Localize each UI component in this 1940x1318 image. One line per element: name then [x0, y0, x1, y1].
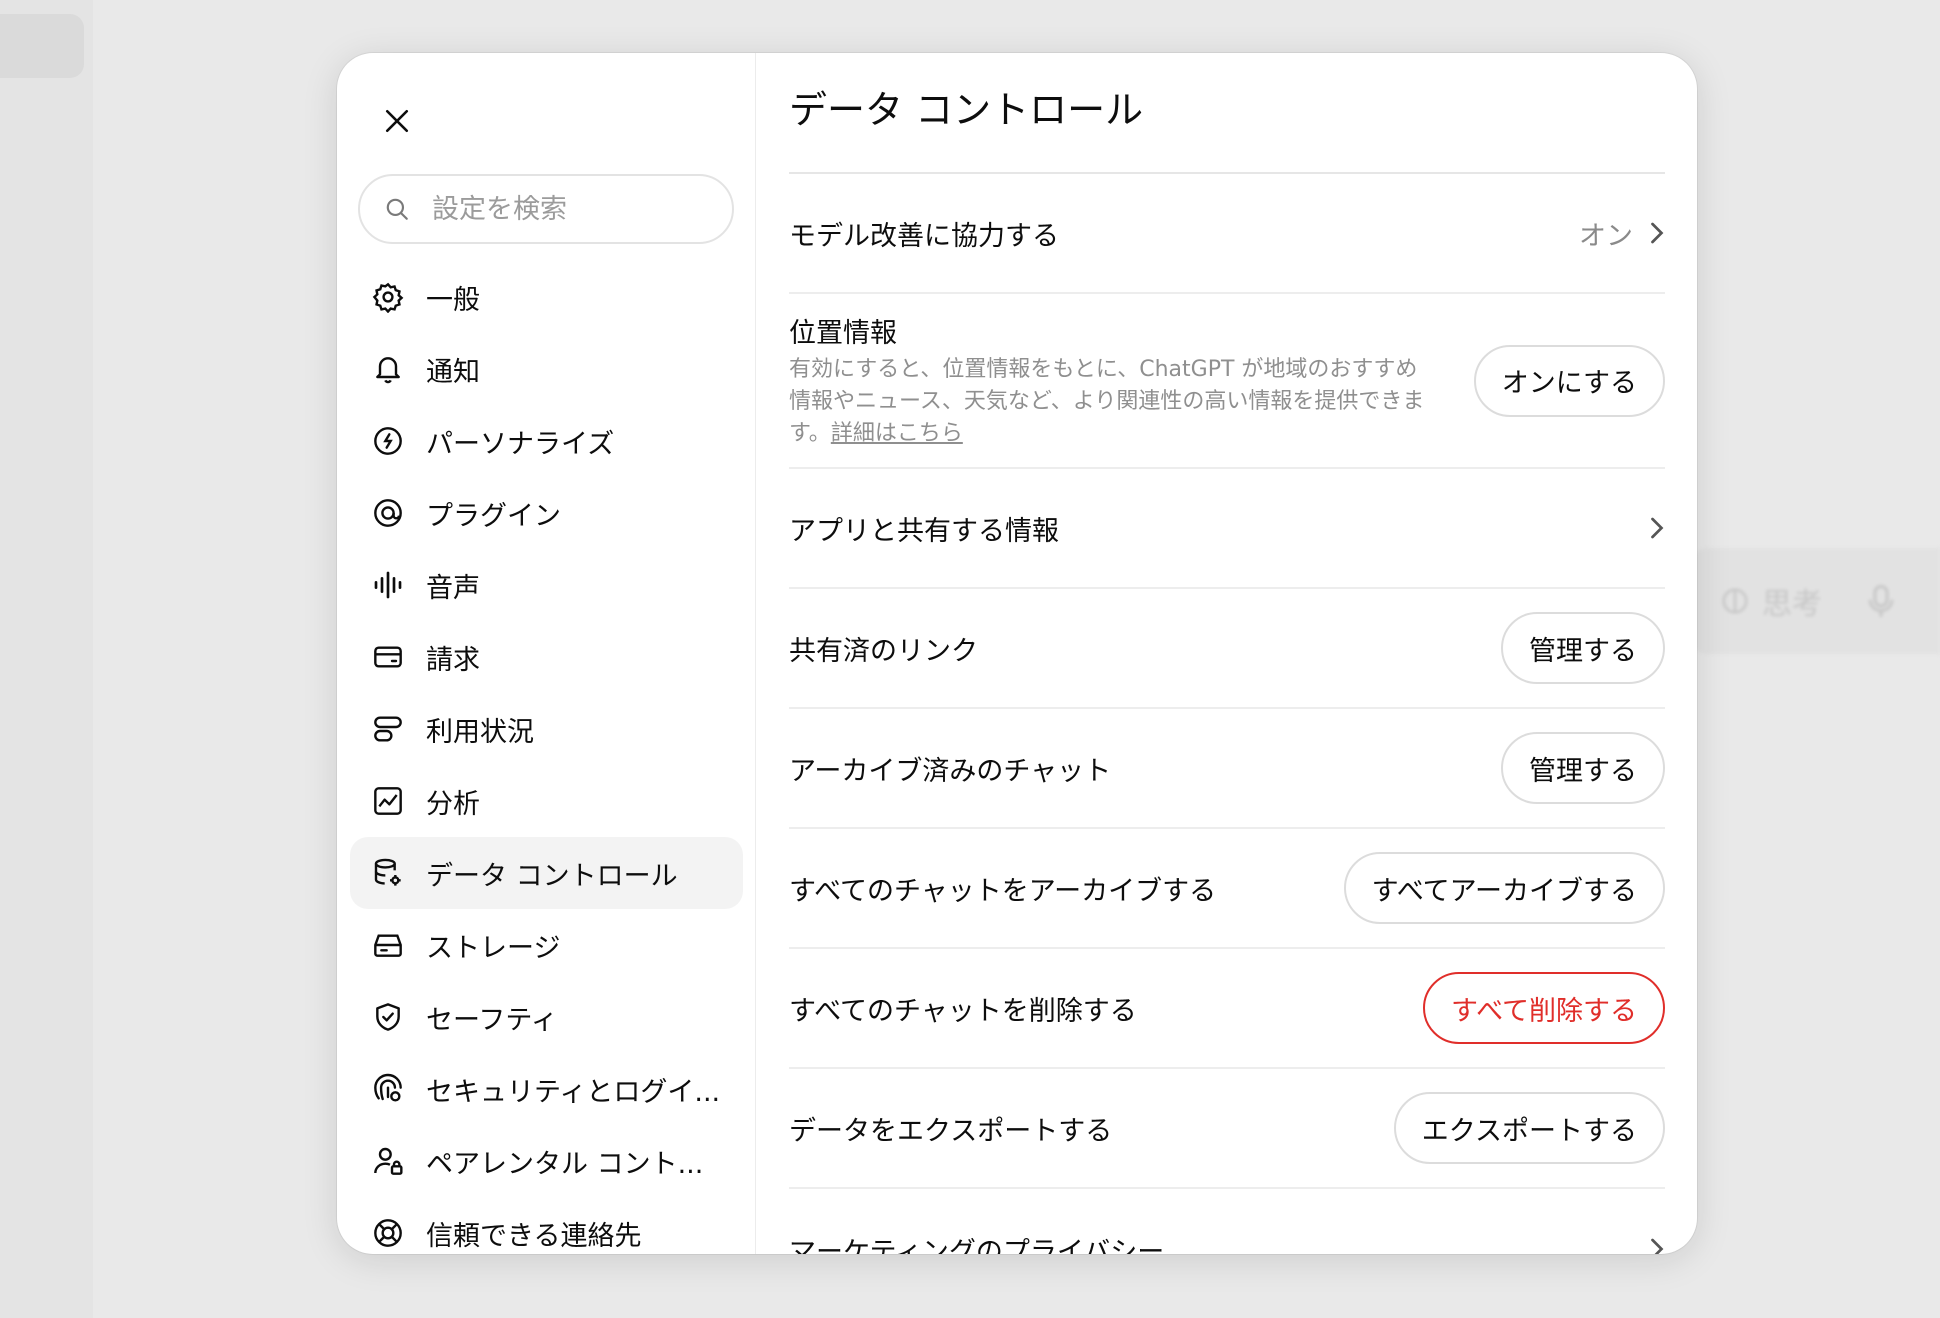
sidebar-item-analytics[interactable]: 分析 [350, 765, 743, 837]
settings-sidebar: 一般 通知 パーソナライズ プラグイン [337, 53, 756, 1254]
sidebar-item-label: データ コントロール [426, 860, 678, 892]
background-composer: 思考 [1690, 548, 1940, 654]
shared-links-label: 共有済のリンク [789, 635, 978, 667]
waveform-icon [370, 567, 406, 603]
think-toggle: 思考 [1720, 579, 1822, 623]
archive-all-button[interactable]: すべてアーカイブする [1343, 852, 1665, 924]
sidebar-item-voice[interactable]: 音声 [350, 549, 743, 621]
sidebar-item-label: 請求 [426, 644, 480, 676]
archived-chats-label: アーカイブ済みのチャット [789, 755, 1112, 787]
sidebar-item-notifications[interactable]: 通知 [350, 333, 743, 405]
model-improve-row[interactable]: モデル改善に協力する オン [789, 174, 1665, 294]
search-box[interactable] [358, 174, 734, 244]
enable-location-button[interactable]: オンにする [1473, 344, 1665, 417]
manage-shared-links-button[interactable]: 管理する [1501, 612, 1665, 684]
bell-icon [370, 351, 406, 387]
storage-icon [370, 927, 406, 963]
sidebar-item-label: セーフティ [426, 1004, 558, 1036]
usage-icon [370, 711, 406, 747]
archive-all-row: すべてのチャットをアーカイブする すべてアーカイブする [789, 829, 1665, 949]
sidebar-item-label: 音声 [426, 572, 480, 604]
marketing-privacy-label: マーケティングのプライバシー [789, 1236, 1165, 1255]
page-title: データ コントロール [789, 88, 1144, 132]
manage-archived-button[interactable]: 管理する [1501, 732, 1665, 804]
sidebar-item-label: 一般 [426, 284, 480, 316]
learn-more-link[interactable]: 詳細はこちら [831, 421, 963, 446]
chevron-right-icon [1649, 221, 1665, 245]
background-sidebar-item [0, 14, 84, 78]
archived-chats-row: アーカイブ済みのチャット 管理する [789, 709, 1665, 829]
export-row: データをエクスポートする エクスポートする [789, 1069, 1665, 1189]
model-improve-toggle[interactable]: オン [1579, 214, 1665, 253]
sidebar-item-label: ストレージ [426, 932, 561, 964]
sidebar-item-safety[interactable]: セーフティ [350, 981, 743, 1053]
think-label: 思考 [1762, 587, 1822, 622]
database-gear-icon [370, 855, 406, 891]
microphone-icon [1866, 584, 1896, 618]
chevron-right-icon [1649, 1237, 1665, 1254]
brain-icon [1720, 586, 1750, 616]
export-button[interactable]: エクスポートする [1393, 1092, 1665, 1164]
chevron-right-icon [1649, 516, 1665, 540]
app-share-label: アプリと共有する情報 [789, 515, 1059, 547]
parental-icon [370, 1143, 406, 1179]
settings-list: モデル改善に協力する オン 位置情報 有効にすると、位置情報をもとに、ChatG… [789, 172, 1665, 1254]
chart-icon [370, 783, 406, 819]
sidebar-item-label: 通知 [426, 356, 480, 388]
sidebar-item-billing[interactable]: 請求 [350, 621, 743, 693]
sidebar-item-trusted-contacts[interactable]: 信頼できる連絡先 [350, 1197, 743, 1254]
personalize-icon [370, 423, 406, 459]
sidebar-item-label: パーソナライズ [426, 428, 615, 460]
sidebar-item-storage[interactable]: ストレージ [350, 909, 743, 981]
gear-icon [370, 279, 406, 315]
app-share-row[interactable]: アプリと共有する情報 [789, 469, 1665, 589]
security-icon [370, 1071, 406, 1107]
delete-all-label: すべてのチャットを削除する [789, 995, 1137, 1027]
settings-content: データ コントロール モデル改善に協力する オン 位置情報 有効にすると、位置情… [756, 53, 1697, 1254]
marketing-privacy-row[interactable]: マーケティングのプライバシー [789, 1189, 1665, 1254]
delete-all-row: すべてのチャットを削除する すべて削除する [789, 949, 1665, 1069]
search-input[interactable] [430, 192, 704, 226]
sidebar-item-label: 信頼できる連絡先 [426, 1220, 642, 1252]
shared-links-row: 共有済のリンク 管理する [789, 589, 1665, 709]
archive-all-label: すべてのチャットをアーカイブする [789, 875, 1217, 907]
sidebar-item-label: プラグイン [426, 500, 561, 532]
shield-check-icon [370, 999, 406, 1035]
sidebar-item-label: ペアレンタル コント... [426, 1148, 704, 1180]
settings-dialog: 一般 通知 パーソナライズ プラグイン [337, 53, 1697, 1254]
background-sidebar [0, 0, 93, 1318]
sidebar-item-label: セキュリティとログイ... [426, 1076, 721, 1108]
export-label: データをエクスポートする [789, 1115, 1113, 1147]
sidebar-item-parental-controls[interactable]: ペアレンタル コント... [350, 1125, 743, 1197]
sidebar-item-general[interactable]: 一般 [350, 261, 743, 333]
location-label: 位置情報 [789, 318, 897, 349]
close-button[interactable] [371, 95, 423, 147]
sidebar-item-plugins[interactable]: プラグイン [350, 477, 743, 549]
sidebar-item-personalize[interactable]: パーソナライズ [350, 405, 743, 477]
settings-nav: 一般 通知 パーソナライズ プラグイン 音声 請求 利用状況 分析 データ コン… [350, 261, 743, 1254]
search-icon [384, 196, 410, 222]
location-text: 位置情報 有効にすると、位置情報をもとに、ChatGPT が地域のおすすめ情報や… [789, 311, 1429, 450]
sidebar-item-label: 利用状況 [426, 716, 534, 748]
sidebar-item-security[interactable]: セキュリティとログイ... [350, 1053, 743, 1125]
sidebar-item-label: 分析 [426, 788, 480, 820]
sidebar-item-usage[interactable]: 利用状況 [350, 693, 743, 765]
sidebar-item-data-controls[interactable]: データ コントロール [350, 837, 743, 909]
model-improve-value: オン [1579, 220, 1633, 252]
location-row: 位置情報 有効にすると、位置情報をもとに、ChatGPT が地域のおすすめ情報や… [789, 294, 1665, 469]
lifebuoy-icon [370, 1215, 406, 1251]
close-icon [384, 108, 410, 134]
model-improve-label: モデル改善に協力する [789, 220, 1059, 252]
plugin-icon [370, 495, 406, 531]
location-description: 有効にすると、位置情報をもとに、ChatGPT が地域のおすすめ情報やニュース、… [789, 354, 1429, 450]
delete-all-button[interactable]: すべて削除する [1422, 972, 1665, 1044]
card-icon [370, 639, 406, 675]
